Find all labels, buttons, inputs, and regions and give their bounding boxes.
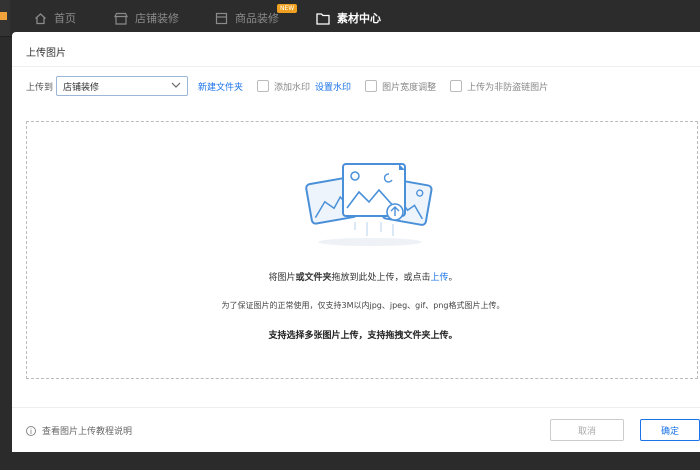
- upload-illustration-icon: [305, 163, 433, 246]
- drop-instruction: 将图片或文件夹拖放到此处上传，或点击上传。: [27, 270, 699, 283]
- drop-msg-prefix: 将图片: [268, 273, 296, 283]
- folder-select[interactable]: 店铺装修: [56, 76, 189, 96]
- non-hotlink-label: 上传为非防盗链图片: [467, 82, 549, 93]
- home-icon: [35, 12, 46, 24]
- title-divider: [12, 66, 700, 67]
- set-watermark-link[interactable]: 设置水印: [315, 80, 351, 93]
- upload-options-row: 上传到 店铺装修 新建文件夹 添加水印 设置水印 图片宽度调整 上传为非防盗链图…: [26, 75, 548, 97]
- info-icon: i: [26, 425, 36, 436]
- modal-title: 上传图片: [26, 48, 66, 59]
- folder-select-value: 店铺装修: [63, 82, 100, 93]
- nav-label-home: 首页: [54, 12, 76, 25]
- chevron-down-icon: [171, 81, 181, 91]
- adjust-width-label: 图片宽度调整: [382, 82, 437, 93]
- store-icon: [114, 12, 128, 25]
- drop-msg-middle: 拖放到此处上传，或点击: [331, 273, 431, 283]
- non-hotlink-checkbox[interactable]: 上传为非防盗链图片: [450, 80, 548, 93]
- nav-item-material-center[interactable]: 素材中心: [316, 9, 381, 27]
- nav-item-home[interactable]: 首页: [34, 9, 76, 27]
- upload-image-modal: 上传图片 上传到 店铺装修 新建文件夹 添加水印 设置水印 图片宽度调整 上传为…: [12, 32, 700, 452]
- nav-label-product-decoration: 商品装修: [235, 12, 279, 25]
- help-text: 查看图片上传教程说明: [42, 427, 133, 437]
- upload-link[interactable]: 上传: [431, 273, 449, 283]
- product-icon: [215, 12, 228, 24]
- multi-upload-note: 支持选择多张图片上传，支持拖拽文件夹上传。: [268, 331, 458, 341]
- nav-item-product-decoration[interactable]: 商品装修 NEW: [215, 4, 298, 27]
- nav-accent-mark: [0, 12, 7, 20]
- add-watermark-checkbox[interactable]: 添加水印: [257, 80, 310, 93]
- drop-msg-suffix: 。: [448, 273, 458, 283]
- upload-help-link[interactable]: i 查看图片上传教程说明: [26, 424, 132, 437]
- cancel-button[interactable]: 取消: [550, 419, 624, 441]
- format-note: 为了保证图片的正常使用，仅支持3M以内jpg、jpeg、gif、png格式图片上…: [221, 301, 505, 310]
- nav-item-store-decoration[interactable]: 店铺装修: [114, 9, 179, 27]
- new-folder-link[interactable]: 新建文件夹: [198, 80, 243, 93]
- add-watermark-label: 添加水印: [274, 82, 311, 93]
- adjust-width-checkbox[interactable]: 图片宽度调整: [365, 80, 436, 93]
- footer-divider: [12, 407, 700, 408]
- confirm-button[interactable]: 确定: [640, 419, 700, 441]
- nav-label-material-center: 素材中心: [337, 12, 381, 25]
- new-badge: NEW: [277, 4, 298, 13]
- upload-dropzone[interactable]: 将图片或文件夹拖放到此处上传，或点击上传。 为了保证图片的正常使用，仅支持3M以…: [26, 121, 698, 379]
- nav-label-store-decoration: 店铺装修: [135, 12, 179, 25]
- drop-msg-bold: 或文件夹: [295, 273, 332, 283]
- checkbox-box[interactable]: [365, 80, 378, 92]
- folder-icon: [316, 12, 330, 25]
- checkbox-box[interactable]: [450, 80, 463, 92]
- upload-to-label: 上传到: [26, 82, 54, 93]
- checkbox-box[interactable]: [257, 80, 270, 92]
